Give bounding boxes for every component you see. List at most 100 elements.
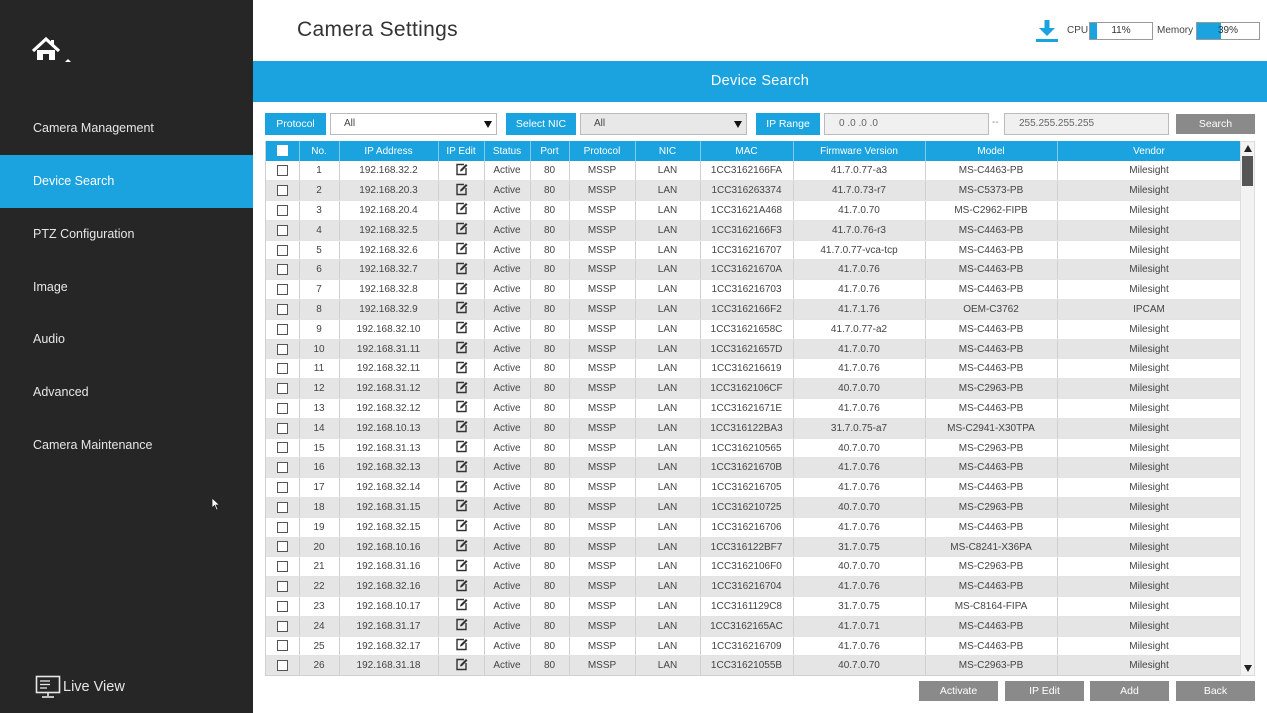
row-select-cell[interactable]	[266, 220, 300, 241]
edit-icon[interactable]	[455, 361, 468, 377]
row-select-cell[interactable]	[266, 438, 300, 459]
scroll-up-icon[interactable]	[1244, 145, 1252, 152]
edit-icon[interactable]	[455, 183, 468, 199]
row-select-cell[interactable]	[266, 358, 300, 380]
table-row[interactable]: 4 192.168.32.5 Active 80 MSSP LAN 1CC3162166F3…	[266, 220, 1240, 241]
row-checkbox[interactable]	[276, 244, 288, 256]
row-select-cell[interactable]	[266, 259, 300, 281]
live-view-button[interactable]: Live View	[35, 674, 125, 700]
edit-icon[interactable]	[455, 381, 468, 397]
row-checkbox[interactable]	[276, 383, 288, 395]
select-all-checkbox-box[interactable]	[276, 145, 288, 157]
edit-icon[interactable]	[455, 658, 468, 674]
row-checkbox[interactable]	[276, 402, 288, 414]
row-checkbox[interactable]	[276, 541, 288, 553]
table-row[interactable]: 3 192.168.20.4 Active 80 MSSP LAN 1CC31621A468…	[266, 200, 1240, 221]
select-all-checkbox[interactable]	[266, 141, 300, 161]
table-row[interactable]: 15 192.168.31.13 Active 80 MSSP LAN 1CC3162105…	[266, 438, 1240, 459]
row-checkbox[interactable]	[276, 204, 288, 216]
protocol-select[interactable]: All	[330, 113, 497, 135]
row-select-cell[interactable]	[266, 240, 300, 261]
table-row[interactable]: 18 192.168.31.15 Active 80 MSSP LAN 1CC3162107…	[266, 497, 1240, 518]
row-checkbox[interactable]	[276, 343, 288, 355]
download-icon[interactable]	[1036, 19, 1058, 43]
table-row[interactable]: 6 192.168.32.7 Active 80 MSSP LAN 1CC31621670A…	[266, 259, 1240, 281]
row-checkbox[interactable]	[276, 482, 288, 494]
table-row[interactable]: 8 192.168.32.9 Active 80 MSSP LAN 1CC3162166F2…	[266, 299, 1240, 320]
row-select-cell[interactable]	[266, 161, 300, 182]
row-checkbox[interactable]	[276, 224, 288, 236]
scroll-thumb[interactable]	[1242, 156, 1253, 186]
row-select-cell[interactable]	[266, 556, 300, 578]
row-select-cell[interactable]	[266, 200, 300, 221]
table-row[interactable]: 16 192.168.32.13 Active 80 MSSP LAN 1CC3162167…	[266, 457, 1240, 479]
ip-edit-cell[interactable]	[438, 259, 485, 281]
home-icon[interactable]	[31, 36, 75, 66]
sidebar-item-image[interactable]: Image	[0, 261, 253, 314]
row-checkbox[interactable]	[276, 284, 288, 296]
edit-icon[interactable]	[455, 618, 468, 634]
edit-icon[interactable]	[455, 499, 468, 515]
row-select-cell[interactable]	[266, 418, 300, 439]
row-checkbox[interactable]	[276, 363, 288, 375]
ip-edit-cell[interactable]	[438, 279, 485, 301]
row-select-cell[interactable]	[266, 596, 300, 617]
edit-icon[interactable]	[455, 262, 468, 278]
edit-icon[interactable]	[455, 539, 468, 555]
table-row[interactable]: 17 192.168.32.14 Active 80 MSSP LAN 1CC3162167…	[266, 477, 1240, 499]
row-select-cell[interactable]	[266, 398, 300, 419]
row-checkbox[interactable]	[276, 581, 288, 593]
table-row[interactable]: 20 192.168.10.16 Active 80 MSSP LAN 1CC316122B…	[266, 537, 1240, 558]
table-row[interactable]: 10 192.168.31.11 Active 80 MSSP LAN 1CC3162165…	[266, 339, 1240, 360]
table-scrollbar[interactable]	[1240, 141, 1255, 676]
table-row[interactable]: 19 192.168.32.15 Active 80 MSSP LAN 1CC3162167…	[266, 517, 1240, 538]
row-select-cell[interactable]	[266, 457, 300, 479]
table-row[interactable]: 11 192.168.32.11 Active 80 MSSP LAN 1CC3162166…	[266, 358, 1240, 380]
ip-edit-cell[interactable]	[438, 457, 485, 479]
row-select-cell[interactable]	[266, 378, 300, 400]
ip-edit-cell[interactable]	[438, 358, 485, 380]
back-button[interactable]: Back	[1176, 681, 1255, 701]
edit-icon[interactable]	[455, 440, 468, 456]
row-select-cell[interactable]	[266, 339, 300, 360]
edit-icon[interactable]	[455, 559, 468, 575]
edit-icon[interactable]	[455, 598, 468, 614]
table-row[interactable]: 5 192.168.32.6 Active 80 MSSP LAN 1CC316216707…	[266, 240, 1240, 261]
edit-icon[interactable]	[455, 202, 468, 218]
row-select-cell[interactable]	[266, 180, 300, 202]
ip-edit-cell[interactable]	[438, 240, 485, 261]
table-row[interactable]: 26 192.168.31.18 Active 80 MSSP LAN 1CC3162105…	[266, 655, 1240, 675]
ip-range-start-input[interactable]: 0 .0 .0 .0	[824, 113, 989, 135]
ip-edit-cell[interactable]	[438, 438, 485, 459]
table-row[interactable]: 24 192.168.31.17 Active 80 MSSP LAN 1CC3162165…	[266, 616, 1240, 637]
ip-edit-cell[interactable]	[438, 378, 485, 400]
scroll-down-icon[interactable]	[1244, 665, 1252, 672]
table-row[interactable]: 2 192.168.20.3 Active 80 MSSP LAN 1CC316263374…	[266, 180, 1240, 202]
ip-edit-cell[interactable]	[438, 517, 485, 538]
row-select-cell[interactable]	[266, 537, 300, 558]
ip-edit-cell[interactable]	[438, 418, 485, 439]
table-row[interactable]: 22 192.168.32.16 Active 80 MSSP LAN 1CC3162167…	[266, 576, 1240, 598]
table-row[interactable]: 9 192.168.32.10 Active 80 MSSP LAN 1CC31621658…	[266, 319, 1240, 340]
ip-edit-cell[interactable]	[438, 319, 485, 340]
edit-icon[interactable]	[455, 519, 468, 535]
add-button[interactable]: Add	[1090, 681, 1169, 701]
ip-edit-cell[interactable]	[438, 180, 485, 202]
ip-range-end-input[interactable]: 255.255.255.255	[1004, 113, 1169, 135]
edit-icon[interactable]	[455, 282, 468, 298]
row-select-cell[interactable]	[266, 517, 300, 538]
sidebar-item-camera-management[interactable]: Camera Management	[0, 102, 253, 155]
ip-edit-button[interactable]: IP Edit	[1005, 681, 1084, 701]
table-row[interactable]: 1 192.168.32.2 Active 80 MSSP LAN 1CC3162166FA…	[266, 161, 1240, 182]
row-checkbox[interactable]	[276, 422, 288, 434]
ip-edit-cell[interactable]	[438, 537, 485, 558]
row-select-cell[interactable]	[266, 299, 300, 320]
ip-edit-cell[interactable]	[438, 616, 485, 637]
edit-icon[interactable]	[455, 163, 468, 179]
row-select-cell[interactable]	[266, 477, 300, 499]
row-checkbox[interactable]	[276, 165, 288, 177]
activate-button[interactable]: Activate	[919, 681, 998, 701]
table-row[interactable]: 13 192.168.32.12 Active 80 MSSP LAN 1CC3162167…	[266, 398, 1240, 419]
ip-edit-cell[interactable]	[438, 636, 485, 657]
edit-icon[interactable]	[455, 480, 468, 496]
